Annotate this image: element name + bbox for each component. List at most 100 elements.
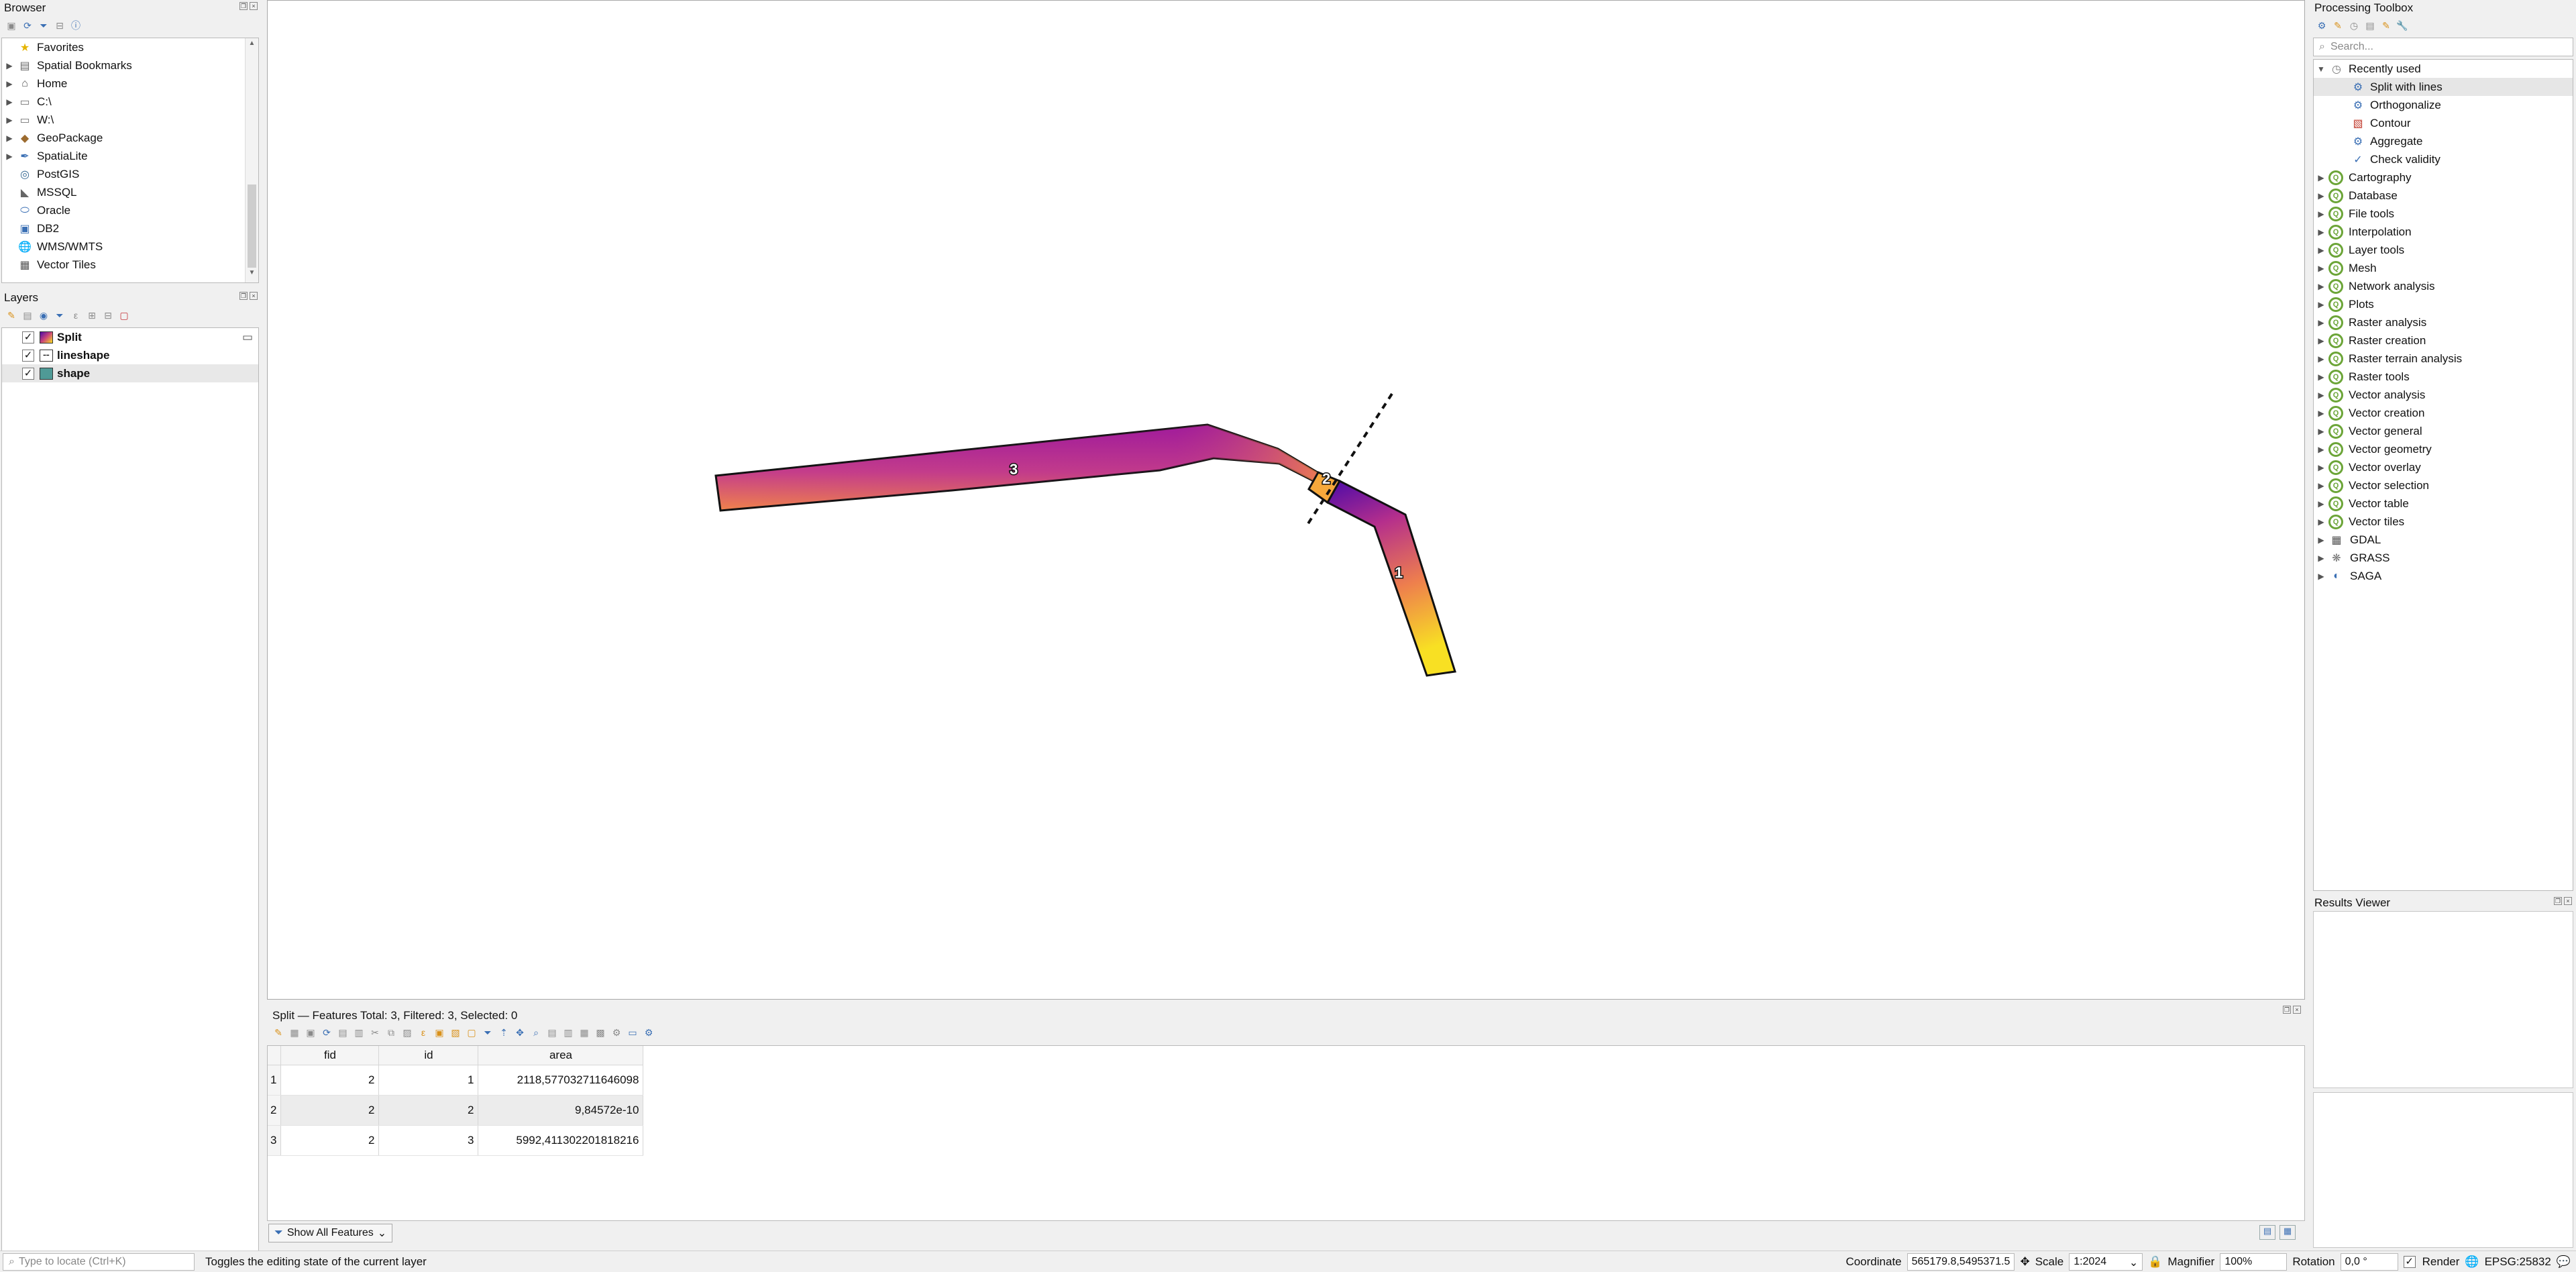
- expand-arrow-icon[interactable]: ▶: [2, 152, 17, 161]
- toolbox-group[interactable]: ▶ Q Vector creation: [2314, 404, 2573, 422]
- row-header[interactable]: 2: [268, 1095, 282, 1126]
- browser-item[interactable]: ▶ ▭ W:\: [2, 111, 258, 129]
- split-feature-1[interactable]: [1326, 480, 1456, 677]
- copy-icon[interactable]: ⧉: [385, 1026, 397, 1039]
- options-icon[interactable]: 🔧: [2396, 19, 2408, 32]
- browser-item[interactable]: 🌐 WMS/WMTS: [2, 237, 258, 256]
- toolbox-group[interactable]: ▶ Q Raster creation: [2314, 331, 2573, 350]
- layer-visibility-checkbox[interactable]: ✓: [22, 349, 34, 362]
- collapse-arrow-icon[interactable]: ▼: [2314, 64, 2328, 74]
- expand-arrow-icon[interactable]: ▶: [2314, 535, 2328, 545]
- toolbox-group[interactable]: ▶ Q Vector table: [2314, 494, 2573, 513]
- expand-arrow-icon[interactable]: ▶: [2314, 572, 2328, 581]
- edit-features-inplace-icon[interactable]: ✎: [2380, 19, 2392, 32]
- expand-arrow-icon[interactable]: ▶: [2314, 246, 2328, 255]
- corner-header[interactable]: [268, 1046, 282, 1065]
- manage-theme-icon[interactable]: ◉: [38, 309, 50, 321]
- render-checkbox[interactable]: ✓: [2403, 1255, 2416, 1268]
- browser-item[interactable]: ▣ DB2: [2, 219, 258, 237]
- toolbox-search-input[interactable]: ⌕ Search...: [2313, 38, 2573, 56]
- toolbox-group[interactable]: ▶ Q Plots: [2314, 295, 2573, 313]
- move-selection-top-icon[interactable]: ⇡: [498, 1026, 510, 1039]
- browser-item[interactable]: ▶ ✒ SpatiaLite: [2, 147, 258, 165]
- toolbox-group[interactable]: ▶ Q Vector selection: [2314, 476, 2573, 494]
- select-expression-icon[interactable]: ε: [417, 1026, 429, 1039]
- map-svg[interactable]: 3 2 1: [268, 1, 2306, 1000]
- results-icon[interactable]: ▤: [2364, 19, 2376, 32]
- cut-icon[interactable]: ✂: [369, 1026, 381, 1039]
- toolbox-group[interactable]: ▶ Q Raster terrain analysis: [2314, 350, 2573, 368]
- column-header-fid[interactable]: fid: [280, 1046, 380, 1065]
- column-header-id[interactable]: id: [378, 1046, 479, 1065]
- layer-visibility-checkbox[interactable]: ✓: [22, 331, 34, 343]
- expand-arrow-icon[interactable]: ▶: [2314, 390, 2328, 400]
- multi-edit-icon[interactable]: ▦: [288, 1026, 301, 1039]
- form-view-icon[interactable]: ▤: [2259, 1225, 2275, 1240]
- expand-arrow-icon[interactable]: ▶: [2314, 372, 2328, 382]
- expand-arrow-icon[interactable]: ▶: [2, 115, 17, 125]
- select-all-icon[interactable]: ▣: [433, 1026, 445, 1039]
- close-panel-icon[interactable]: ×: [2293, 1006, 2301, 1014]
- filter-legend-icon[interactable]: ⏷: [54, 309, 66, 321]
- toolbox-group[interactable]: ▶ Q Network analysis: [2314, 277, 2573, 295]
- table-cell-area[interactable]: 9,84572e-10: [478, 1095, 644, 1126]
- expand-arrow-icon[interactable]: ▶: [2314, 445, 2328, 454]
- table-row[interactable]: 1 2 1 2118,577032711646098: [268, 1065, 644, 1096]
- paste-icon[interactable]: ▨: [401, 1026, 413, 1039]
- magnifier-spinbox[interactable]: 100%: [2220, 1253, 2288, 1271]
- scroll-up-icon[interactable]: ▲: [246, 40, 258, 52]
- browser-item[interactable]: ▶ ▭ C:\: [2, 93, 258, 111]
- info-icon[interactable]: ⓘ: [70, 19, 82, 32]
- row-header[interactable]: 1: [268, 1065, 282, 1096]
- scroll-down-icon[interactable]: ▼: [246, 269, 258, 281]
- filter-icon[interactable]: ⏷: [38, 19, 50, 32]
- toolbox-group-recently-used[interactable]: ▼ ◷ Recently used: [2314, 60, 2573, 78]
- toolbox-group[interactable]: ▶ ❋ GRASS: [2314, 549, 2573, 567]
- table-cell-area[interactable]: 2118,577032711646098: [478, 1065, 644, 1096]
- expand-arrow-icon[interactable]: ▶: [2314, 499, 2328, 509]
- collapse-all-icon[interactable]: ⊟: [102, 309, 114, 321]
- expand-arrow-icon[interactable]: ▶: [2, 134, 17, 143]
- layer-filter-indicator-icon[interactable]: ▭: [242, 331, 253, 344]
- expand-arrow-icon[interactable]: ▶: [2314, 282, 2328, 291]
- reload-table-icon[interactable]: ⟳: [321, 1026, 333, 1039]
- map-canvas[interactable]: 3 2 1: [267, 0, 2305, 1000]
- table-view-icon[interactable]: ▦: [2279, 1225, 2296, 1240]
- toolbox-algorithm[interactable]: ✓ Check validity: [2314, 150, 2573, 168]
- toolbox-group[interactable]: ▶ Q Mesh: [2314, 259, 2573, 277]
- toolbox-group[interactable]: ▶ Q Cartography: [2314, 168, 2573, 187]
- field-calculator-icon[interactable]: ▦: [578, 1026, 590, 1039]
- browser-item[interactable]: ★ Favorites: [2, 38, 258, 56]
- float-panel-icon[interactable]: ❐: [239, 292, 248, 300]
- coordinate-field[interactable]: 565179.8,5495371.5: [1907, 1253, 2015, 1271]
- table-cell-id[interactable]: 3: [378, 1125, 479, 1156]
- filter-select-icon[interactable]: ⏷: [482, 1026, 494, 1039]
- layer-item[interactable]: ✓ shape: [2, 364, 258, 382]
- expand-arrow-icon[interactable]: ▶: [2, 97, 17, 107]
- expand-arrow-icon[interactable]: ▶: [2314, 553, 2328, 563]
- table-cell-fid[interactable]: 2: [280, 1095, 380, 1126]
- conditional-formatting-icon[interactable]: ▩: [594, 1026, 606, 1039]
- close-panel-icon[interactable]: ×: [2564, 897, 2572, 905]
- toolbox-group[interactable]: ▶ Q Vector analysis: [2314, 386, 2573, 404]
- browser-item[interactable]: ◣ MSSQL: [2, 183, 258, 201]
- toolbox-algorithm[interactable]: ⚙ Orthogonalize: [2314, 96, 2573, 114]
- toolbox-group[interactable]: ▶ Q Layer tools: [2314, 241, 2573, 259]
- remove-layer-icon[interactable]: ▢: [118, 309, 130, 321]
- models-icon[interactable]: ⚙: [2316, 19, 2328, 32]
- expand-arrow-icon[interactable]: ▶: [2314, 481, 2328, 490]
- browser-item[interactable]: ◎ PostGIS: [2, 165, 258, 183]
- layer-visibility-checkbox[interactable]: ✓: [22, 367, 34, 380]
- expand-arrow-icon[interactable]: ▶: [2314, 409, 2328, 418]
- toolbox-group[interactable]: ▶ ◐ SAGA: [2314, 567, 2573, 585]
- crs-globe-icon[interactable]: 🌐: [2465, 1255, 2479, 1269]
- toolbox-group[interactable]: ▶ Q Vector general: [2314, 422, 2573, 440]
- table-cell-id[interactable]: 1: [378, 1065, 479, 1096]
- history-icon[interactable]: ◷: [2348, 19, 2360, 32]
- float-panel-icon[interactable]: ❐: [2554, 897, 2562, 905]
- expand-all-icon[interactable]: ⊞: [86, 309, 98, 321]
- close-panel-icon[interactable]: ×: [250, 2, 258, 10]
- browser-item[interactable]: ▶ ▤ Spatial Bookmarks: [2, 56, 258, 74]
- add-group-icon[interactable]: ▤: [21, 309, 34, 321]
- toolbox-algorithm[interactable]: ⚙ Split with lines: [2314, 78, 2573, 96]
